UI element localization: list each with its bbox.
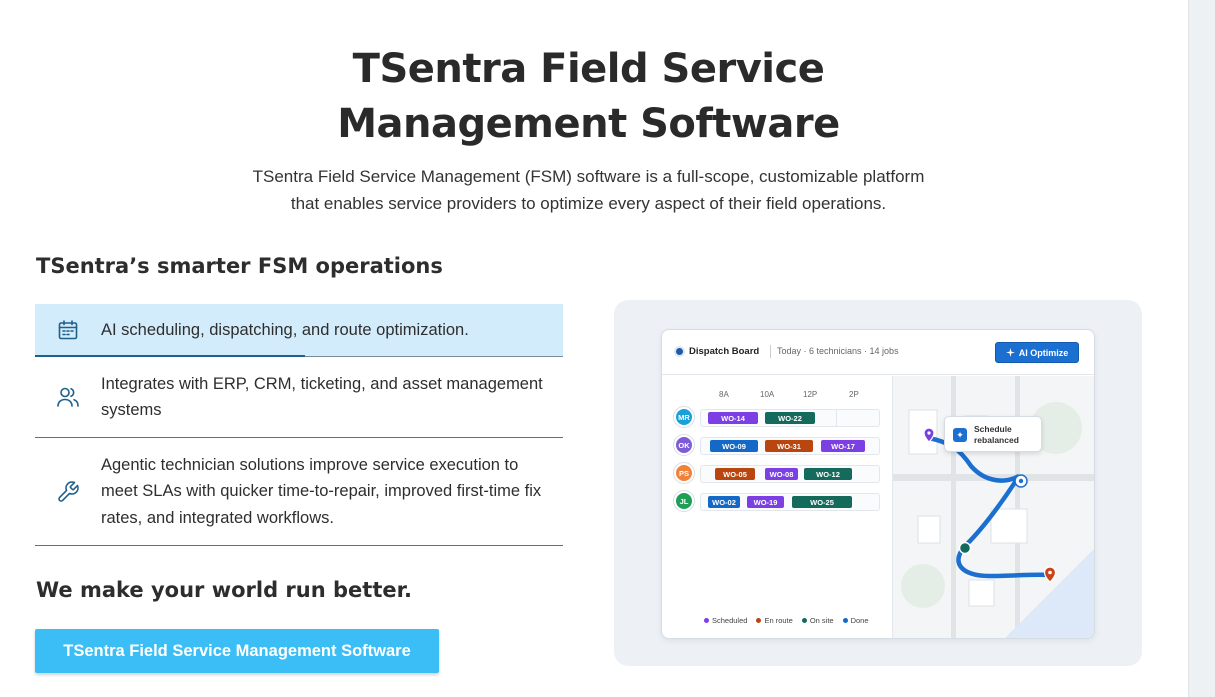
cta-button[interactable]: TSentra Field Service Management Softwar… — [35, 629, 439, 673]
dispatch-board-title: Dispatch Board — [689, 346, 760, 357]
dispatch-board-meta: Today · 6 technicians · 14 jobs — [777, 346, 899, 356]
time-label: 12P — [803, 390, 818, 399]
building — [968, 579, 995, 607]
page-title-line-1: TSentra Field Service — [352, 46, 825, 92]
legend-label: On site — [809, 616, 834, 625]
feature-tab-agentic-technician[interactable]: Agentic technician solutions improve ser… — [35, 438, 563, 546]
legend-item: On site — [801, 616, 834, 625]
page-subtitle: TSentra Field Service Management (FSM) s… — [0, 163, 1177, 217]
wrench-icon — [35, 480, 101, 504]
technician-lane: WO-14 WO-22 — [700, 409, 880, 427]
status-dot-icon — [676, 348, 683, 355]
job-chip[interactable]: WO-12 — [804, 468, 852, 480]
job-chip[interactable]: WO-22 — [765, 412, 815, 424]
page-subtitle-line-1: TSentra Field Service Management (FSM) s… — [252, 167, 925, 186]
sparkle-icon: ✦ — [953, 428, 967, 442]
feature-text: AI scheduling, dispatching, and route op… — [101, 320, 469, 339]
destination-pin-icon[interactable] — [1043, 566, 1057, 583]
legend-swatch — [842, 618, 848, 623]
page-title-line-2: Management Software — [337, 101, 840, 147]
job-chip[interactable]: WO-25 — [792, 496, 852, 508]
users-icon — [35, 384, 101, 410]
job-chip[interactable]: WO-17 — [821, 440, 865, 452]
tagline: We make your world run better. — [36, 578, 412, 602]
job-chip[interactable]: WO-19 — [747, 496, 784, 508]
legend-swatch — [801, 618, 807, 623]
technician-lane: WO-09 WO-31 WO-17 — [700, 437, 880, 455]
legend-swatch — [704, 618, 709, 623]
legend-item: Done — [842, 616, 869, 625]
ai-optimize-label: AI Optimize — [1018, 347, 1069, 358]
job-chip[interactable]: WO-05 — [715, 468, 755, 480]
onsite-marker-icon[interactable] — [958, 541, 972, 555]
dispatch-board-header: Dispatch Board Today · 6 technicians · 1… — [662, 330, 1094, 375]
scrollbar-track[interactable] — [1188, 0, 1215, 697]
technician-marker-icon[interactable] — [1014, 474, 1028, 488]
building — [990, 508, 1028, 544]
toast-text: Schedule rebalanced — [974, 424, 1019, 445]
dispatch-board-card: Dispatch Board Today · 6 technicians · 1… — [661, 329, 1095, 639]
dispatch-illustration: Dispatch Board Today · 6 technicians · 1… — [614, 300, 1142, 666]
calendar-icon — [35, 318, 101, 342]
feature-text: Agentic technician solutions improve ser… — [101, 455, 542, 527]
avatar[interactable]: JL — [674, 491, 694, 511]
page-title: TSentra Field Service Management Softwar… — [0, 42, 1177, 152]
header-divider — [770, 345, 771, 358]
legend-item: Scheduled — [704, 616, 747, 625]
job-chip[interactable]: WO-31 — [765, 440, 813, 452]
lane-divider — [836, 410, 837, 426]
avatar[interactable]: PS — [674, 463, 694, 483]
status-legend: Scheduled En route On site Done — [704, 616, 869, 625]
time-label: 8A — [719, 390, 729, 399]
job-chip[interactable]: WO-02 — [708, 496, 740, 508]
technician-lane: WO-05 WO-08 WO-12 — [700, 465, 880, 483]
legend-label: Scheduled — [712, 616, 748, 625]
time-label: 10A — [760, 390, 775, 399]
avatar[interactable]: MR — [674, 407, 694, 427]
features-heading: TSentra’s smarter FSM operations — [36, 254, 443, 278]
route-line — [926, 435, 1053, 579]
building — [917, 515, 941, 544]
feature-text: Integrates with ERP, CRM, ticketing, and… — [101, 374, 543, 420]
sparkle-icon — [1005, 348, 1015, 357]
schedule-grid: 8A 10A 12P 2P MR WO-14 WO-22 OK WO-09 WO… — [662, 376, 892, 638]
feature-tab-integrations[interactable]: Integrates with ERP, CRM, ticketing, and… — [35, 357, 563, 438]
schedule-rebalanced-toast: ✦ Schedule rebalanced — [944, 416, 1042, 452]
job-chip[interactable]: WO-09 — [710, 440, 758, 452]
technician-lane: WO-02 WO-19 WO-25 — [700, 493, 880, 511]
feature-tabs: AI scheduling, dispatching, and route op… — [35, 304, 563, 546]
time-label: 2P — [849, 390, 859, 399]
legend-swatch — [756, 618, 762, 623]
feature-tab-ai-scheduling[interactable]: AI scheduling, dispatching, and route op… — [35, 304, 563, 357]
job-chip[interactable]: WO-08 — [765, 468, 798, 480]
legend-label: En route — [764, 616, 793, 625]
ai-optimize-button[interactable]: AI Optimize — [995, 342, 1079, 363]
avatar[interactable]: OK — [674, 435, 694, 455]
page-subtitle-line-2: that enables service providers to optimi… — [290, 194, 887, 213]
legend-label: Done — [850, 616, 869, 625]
legend-item: En route — [756, 616, 793, 625]
job-chip[interactable]: WO-14 — [708, 412, 758, 424]
park-area — [901, 564, 945, 608]
